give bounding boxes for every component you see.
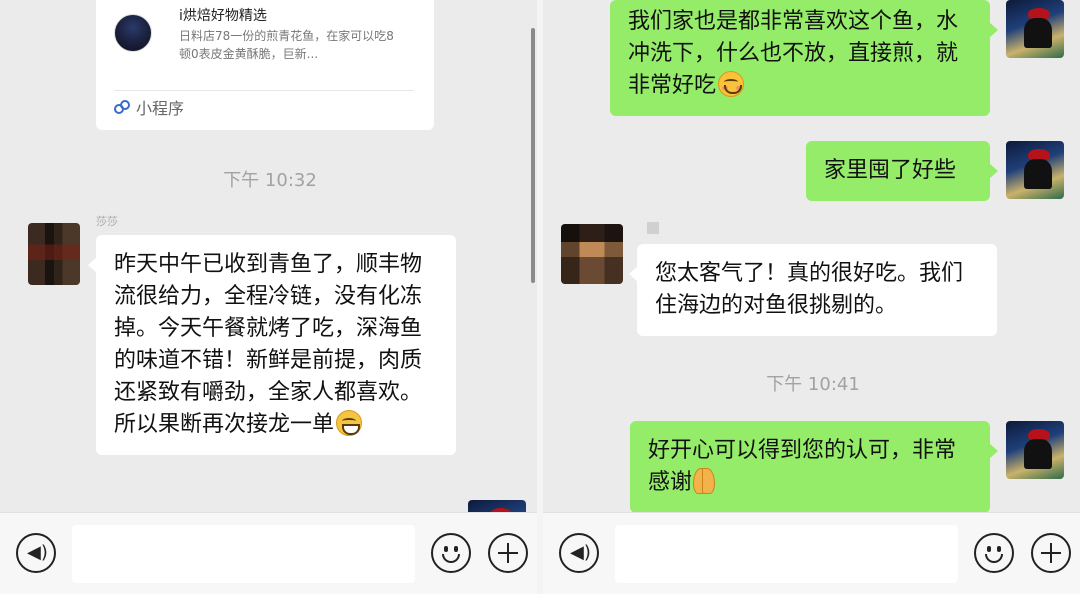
- grin-emoji-icon: [336, 410, 363, 436]
- divider: [114, 90, 414, 91]
- mini-program-label: 小程序: [136, 99, 185, 118]
- smile-emoji-icon: [718, 71, 745, 97]
- message-text: 您太客气了！真的很好吃。我们住海边的对鱼很挑剔的。: [655, 261, 964, 318]
- emoji-icon[interactable]: [974, 533, 1014, 573]
- avatar[interactable]: [1006, 421, 1064, 479]
- timestamp: 下午 10:32: [223, 170, 317, 191]
- left-chat-panel: i烘焙好物精选 日料店78一份的煎青花鱼，在家可以吃8顿0表皮金黄酥脆，巨新..…: [0, 0, 537, 594]
- scrollbar[interactable]: [531, 28, 535, 283]
- message-bubble[interactable]: 您太客气了！真的很好吃。我们住海边的对鱼很挑剔的。: [629, 244, 997, 336]
- plus-icon[interactable]: [488, 533, 528, 573]
- mini-program-avatar: [114, 14, 152, 52]
- sender-nickname: [647, 222, 659, 234]
- message-text: 昨天中午已收到青鱼了，顺丰物流很给力，全程冷链，没有化冻掉。今天午餐就烤了吃，深…: [114, 252, 423, 437]
- avatar[interactable]: [28, 223, 80, 285]
- message-bubble[interactable]: 我们家也是都非常喜欢这个鱼，水冲洗下，什么也不放，直接煎，就非常好吃: [610, 0, 998, 116]
- sender-nickname: 莎莎: [96, 215, 118, 228]
- avatar[interactable]: [1006, 0, 1064, 58]
- message-bubble[interactable]: 好开心可以得到您的认可，非常感谢: [630, 421, 998, 513]
- message-bubble[interactable]: 家里囤了好些: [806, 141, 998, 201]
- avatar[interactable]: [561, 224, 623, 284]
- input-bar: ◀): [0, 512, 537, 594]
- mini-program-card[interactable]: i烘焙好物精选 日料店78一份的煎青花鱼，在家可以吃8顿0表皮金黄酥脆，巨新..…: [96, 0, 434, 130]
- message-bubble[interactable]: 昨天中午已收到青鱼了，顺丰物流很给力，全程冷链，没有化冻掉。今天午餐就烤了吃，深…: [88, 235, 456, 455]
- mini-program-desc: 日料店78一份的煎青花鱼，在家可以吃8顿0表皮金黄酥脆，巨新...: [179, 29, 394, 61]
- mini-program-icon: [114, 100, 130, 114]
- voice-icon[interactable]: ◀): [559, 533, 599, 573]
- avatar[interactable]: [1006, 141, 1064, 199]
- pray-emoji-icon: [692, 468, 716, 494]
- input-bar: ◀): [543, 512, 1080, 594]
- message-text: 我们家也是都非常喜欢这个鱼，水冲洗下，什么也不放，直接煎，就非常好吃: [628, 9, 959, 98]
- message-input[interactable]: [615, 525, 958, 583]
- emoji-icon[interactable]: [431, 533, 471, 573]
- message-input[interactable]: [72, 525, 415, 583]
- right-chat-panel: 我们家也是都非常喜欢这个鱼，水冲洗下，什么也不放，直接煎，就非常好吃 家里囤了好…: [543, 0, 1080, 594]
- plus-icon[interactable]: [1031, 533, 1071, 573]
- timestamp: 下午 10:41: [766, 374, 860, 395]
- message-text: 家里囤了好些: [824, 158, 957, 183]
- mini-program-footer: 小程序: [112, 95, 184, 119]
- mini-program-title: i烘焙好物精选: [179, 8, 267, 24]
- voice-icon[interactable]: ◀): [16, 533, 56, 573]
